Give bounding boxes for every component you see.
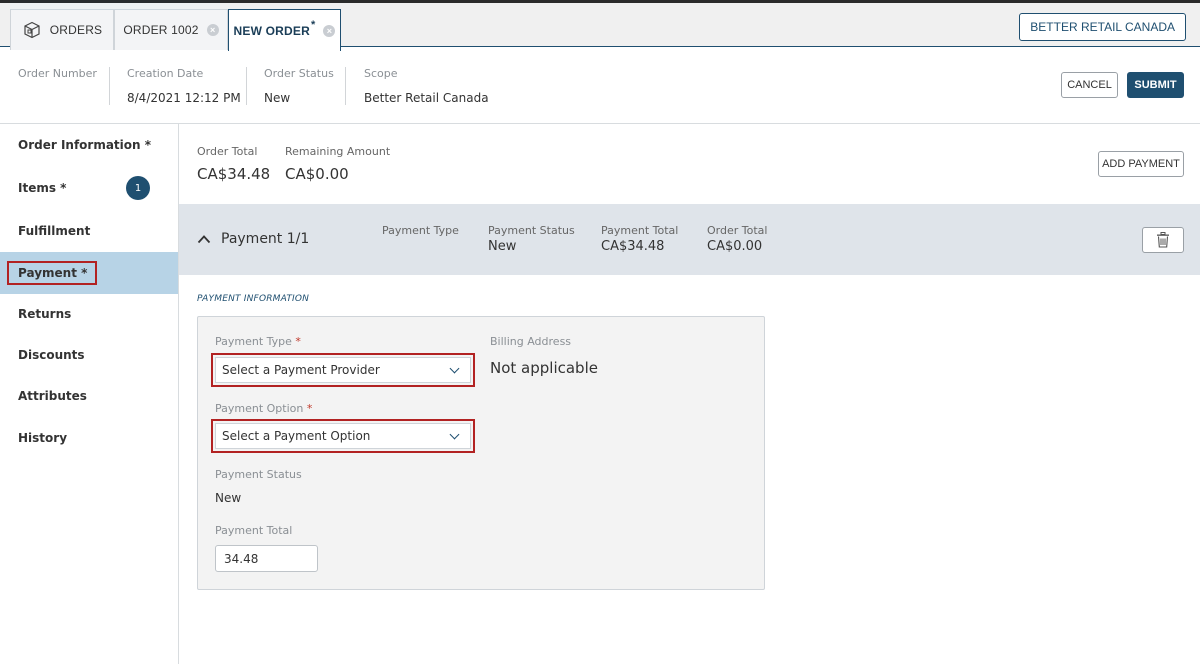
items-count-badge: 1 bbox=[126, 176, 150, 200]
scope-button[interactable]: BETTER RETAIL CANADA bbox=[1019, 13, 1186, 41]
chevron-down-icon bbox=[449, 429, 460, 439]
divider bbox=[109, 67, 110, 105]
payment-title: Payment 1/1 bbox=[221, 231, 310, 247]
sidebar-item-label: Discounts bbox=[18, 348, 85, 362]
payment-type-summary: Payment Type bbox=[382, 224, 459, 239]
creation-date-label: Creation Date bbox=[127, 67, 204, 80]
bar-order-total-label: Order Total bbox=[707, 224, 768, 237]
payment-option-select[interactable]: Select a Payment Option bbox=[215, 423, 471, 449]
payment-header: Payment 1/1 Payment Type Payment Status … bbox=[179, 204, 1200, 275]
sidebar-item-label: Payment * bbox=[7, 261, 98, 285]
tab-order-1002-label: ORDER 1002 bbox=[123, 23, 199, 37]
order-status-field: Order Status New bbox=[264, 67, 334, 105]
creation-date-field: Creation Date 8/4/2021 12:12 PM bbox=[127, 67, 241, 105]
payment-option-placeholder: Select a Payment Option bbox=[222, 429, 371, 443]
scope-value: Better Retail Canada bbox=[364, 91, 489, 105]
sidebar-item-label: Fulfillment bbox=[18, 224, 91, 238]
payment-option-highlight: Select a Payment Option bbox=[211, 419, 475, 453]
tab-new-order-label: NEW ORDER bbox=[233, 23, 310, 38]
sidebar-item-order-information[interactable]: Order Information * bbox=[0, 124, 178, 166]
required-mark: * bbox=[306, 402, 313, 415]
scope-label: Scope bbox=[364, 67, 398, 80]
order-header: Order Number Creation Date 8/4/2021 12:1… bbox=[0, 47, 1200, 124]
scope-field: Scope Better Retail Canada bbox=[364, 67, 489, 105]
order-total-value: CA$34.48 bbox=[197, 165, 271, 183]
tab-new-order[interactable]: NEW ORDER * × bbox=[228, 9, 341, 51]
order-status-label: Order Status bbox=[264, 67, 334, 80]
delete-payment-button[interactable] bbox=[1142, 227, 1184, 253]
submit-button[interactable]: SUBMIT bbox=[1127, 72, 1184, 98]
chevron-up-icon bbox=[197, 235, 211, 244]
sidebar-item-label: History bbox=[18, 431, 68, 445]
payment-type-label: Payment Type bbox=[382, 224, 459, 237]
box-icon bbox=[24, 21, 40, 39]
close-icon[interactable]: × bbox=[206, 24, 219, 36]
modified-indicator: * bbox=[310, 18, 316, 31]
payment-type-field-label-text: Payment Type bbox=[215, 335, 292, 348]
order-status-value: New bbox=[264, 91, 291, 105]
divider bbox=[345, 67, 346, 105]
tab-order-1002[interactable]: ORDER 1002 × bbox=[114, 9, 228, 50]
bar-order-total-value: CA$0.00 bbox=[707, 239, 763, 254]
order-number-label: Order Number bbox=[18, 67, 97, 80]
sidebar-item-label: Attributes bbox=[18, 389, 87, 403]
sidebar: Order Information * Items * 1 Fulfillmen… bbox=[0, 124, 179, 664]
order-total-label: Order Total bbox=[197, 145, 258, 158]
sidebar-item-items[interactable]: Items * 1 bbox=[0, 167, 178, 209]
sidebar-item-discounts[interactable]: Discounts bbox=[0, 334, 178, 376]
payment-option-field-label: Payment Option * bbox=[215, 402, 312, 415]
remaining-amount-label: Remaining Amount bbox=[285, 145, 391, 158]
trash-icon bbox=[1157, 232, 1169, 248]
creation-date-value: 8/4/2021 12:12 PM bbox=[127, 91, 241, 105]
payment-total-value: CA$34.48 bbox=[601, 239, 665, 254]
payment-option-field-label-text: Payment Option bbox=[215, 402, 304, 415]
sidebar-item-label: Order Information * bbox=[18, 138, 152, 152]
payment-status-value: New bbox=[488, 239, 517, 254]
payment-total-label: Payment Total bbox=[601, 224, 679, 237]
payment-type-field-label: Payment Type * bbox=[215, 335, 301, 348]
remaining-amount-value: CA$0.00 bbox=[285, 165, 349, 183]
close-icon[interactable]: × bbox=[323, 24, 336, 37]
sidebar-item-attributes[interactable]: Attributes bbox=[0, 375, 178, 417]
chevron-down-icon bbox=[449, 363, 460, 373]
sidebar-item-label: Items * bbox=[18, 181, 67, 195]
payment-total-summary: Payment Total CA$34.48 bbox=[601, 224, 678, 254]
payment-type-highlight: Select a Payment Provider bbox=[211, 353, 475, 387]
sidebar-item-returns[interactable]: Returns bbox=[0, 293, 178, 335]
payment-status-label: Payment Status bbox=[488, 224, 575, 237]
order-total-summary: Order Total CA$0.00 bbox=[707, 224, 767, 254]
order-number-field: Order Number bbox=[18, 67, 97, 80]
payment-total-input[interactable]: 34.48 bbox=[215, 545, 318, 572]
section-title: PAYMENT INFORMATION bbox=[197, 294, 310, 304]
cancel-button[interactable]: CANCEL bbox=[1061, 72, 1118, 98]
divider bbox=[246, 67, 247, 105]
required-mark: * bbox=[295, 335, 301, 348]
tab-bar: ORDERS ORDER 1002 × NEW ORDER * × BETTER… bbox=[0, 0, 1200, 51]
billing-address-value: Not applicable bbox=[490, 359, 598, 377]
payment-provider-select[interactable]: Select a Payment Provider bbox=[215, 357, 471, 383]
billing-address-label: Billing Address bbox=[490, 335, 572, 348]
payment-collapse-toggle[interactable]: Payment 1/1 bbox=[197, 231, 309, 247]
sidebar-item-fulfillment[interactable]: Fulfillment bbox=[0, 210, 178, 252]
sidebar-item-label: Returns bbox=[18, 307, 72, 321]
payment-status-field-value: New bbox=[215, 491, 242, 505]
payment-status-summary: Payment Status New bbox=[488, 224, 575, 254]
tab-orders-label: ORDERS bbox=[49, 23, 103, 37]
tab-orders[interactable]: ORDERS bbox=[10, 9, 114, 50]
payment-total-field-label: Payment Total bbox=[215, 524, 293, 537]
payment-status-field-label: Payment Status bbox=[215, 468, 302, 481]
add-payment-button[interactable]: ADD PAYMENT bbox=[1098, 151, 1184, 177]
sidebar-item-payment[interactable]: Payment * bbox=[0, 252, 178, 294]
sidebar-item-history[interactable]: History bbox=[0, 417, 178, 459]
payment-provider-placeholder: Select a Payment Provider bbox=[222, 363, 380, 377]
